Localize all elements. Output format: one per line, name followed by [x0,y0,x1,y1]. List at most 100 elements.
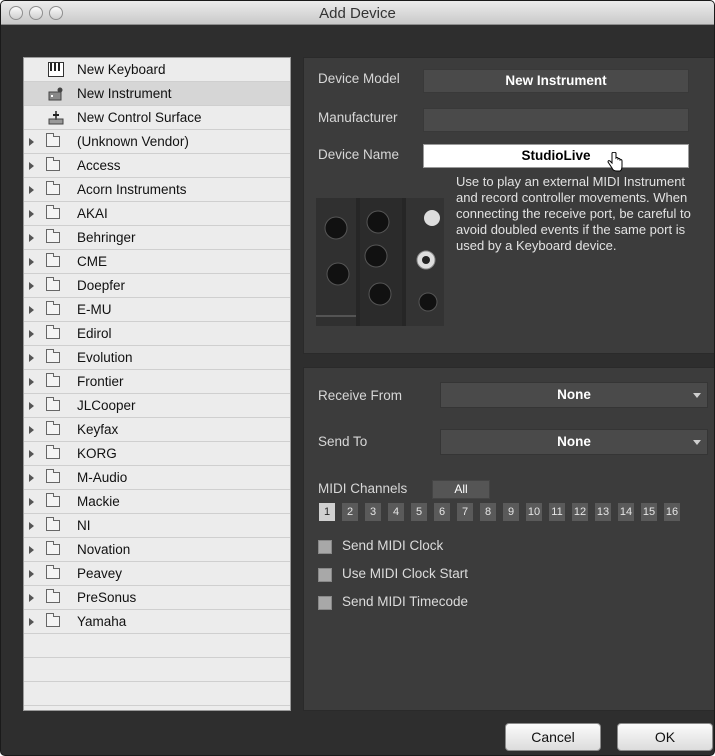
device-name-input[interactable]: StudioLive [423,144,689,168]
midi-settings-panel: Receive From None Send To None MIDI Chan… [303,367,714,711]
disclosure-triangle-icon[interactable] [29,498,34,506]
device-list-item[interactable]: AKAI [24,202,290,226]
disclosure-triangle-icon[interactable] [29,138,34,146]
device-list-item[interactable]: M-Audio [24,466,290,490]
midi-channel-button[interactable]: 13 [595,503,611,521]
device-list-item-label: New Instrument [77,86,172,101]
window-title: Add Device [319,5,396,22]
disclosure-triangle-icon[interactable] [29,330,34,338]
disclosure-triangle-icon[interactable] [29,426,34,434]
disclosure-triangle-icon[interactable] [29,402,34,410]
disclosure-triangle-icon[interactable] [29,474,34,482]
device-list-item[interactable]: New Keyboard [24,58,290,82]
device-list-item-label: JLCooper [77,398,136,413]
folder-icon [46,565,60,579]
device-list-item[interactable]: Doepfer [24,274,290,298]
device-list-item-label: Doepfer [77,278,126,293]
empty-list-row [24,682,290,706]
device-list-item[interactable]: JLCooper [24,394,290,418]
device-list-item[interactable]: (Unknown Vendor) [24,130,290,154]
midi-channel-button[interactable]: 10 [526,503,542,521]
device-list-item[interactable]: KORG [24,442,290,466]
send-to-dropdown[interactable]: None [440,429,708,455]
ok-button[interactable]: OK [617,723,713,751]
midi-channel-button[interactable]: 15 [641,503,657,521]
device-list-item-label: NI [77,518,91,533]
disclosure-triangle-icon[interactable] [29,378,34,386]
midi-channel-button[interactable]: 2 [342,503,358,521]
device-list-item[interactable]: Frontier [24,370,290,394]
folder-icon [46,493,60,507]
midi-channel-button[interactable]: 4 [388,503,404,521]
midi-channel-button[interactable]: 12 [572,503,588,521]
disclosure-triangle-icon[interactable] [29,210,34,218]
midi-channel-button[interactable]: 8 [480,503,496,521]
disclosure-triangle-icon[interactable] [29,282,34,290]
folder-icon [46,589,60,603]
disclosure-triangle-icon[interactable] [29,522,34,530]
device-list-item[interactable]: Novation [24,538,290,562]
disclosure-triangle-icon[interactable] [29,354,34,362]
all-channels-button[interactable]: All [432,480,490,499]
device-name-label: Device Name [318,147,400,162]
disclosure-triangle-icon[interactable] [29,546,34,554]
device-list-item[interactable]: Acorn Instruments [24,178,290,202]
device-list-item[interactable]: E-MU [24,298,290,322]
folder-icon [46,373,60,387]
midi-channel-button[interactable]: 9 [503,503,519,521]
midi-channel-button[interactable]: 3 [365,503,381,521]
midi-option-label: Use MIDI Clock Start [342,566,469,581]
folder-icon [46,397,60,411]
manufacturer-field [423,108,689,132]
device-model-label: Device Model [318,71,400,86]
midi-option-label: Send MIDI Clock [342,538,444,553]
disclosure-triangle-icon[interactable] [29,186,34,194]
midi-channel-button[interactable]: 16 [664,503,680,521]
control-surface-icon [48,110,64,125]
checkbox[interactable] [318,596,332,610]
cancel-button[interactable]: Cancel [505,723,601,751]
chevron-down-icon [693,440,701,445]
device-list-item-label: AKAI [77,206,108,221]
checkbox[interactable] [318,540,332,554]
disclosure-triangle-icon[interactable] [29,234,34,242]
midi-channel-button[interactable]: 5 [411,503,427,521]
device-list-item[interactable]: Yamaha [24,610,290,634]
device-list-item[interactable]: Evolution [24,346,290,370]
send-to-value: None [557,434,591,449]
device-list-item[interactable]: New Control Surface [24,106,290,130]
device-list-item[interactable]: PreSonus [24,586,290,610]
chevron-down-icon [693,393,701,398]
device-list-item[interactable]: CME [24,250,290,274]
device-info-panel: Device Model New Instrument Manufacturer… [303,57,714,354]
device-list[interactable]: New Keyboard New Instrument New Control Su… [23,57,291,711]
device-list-item[interactable]: Behringer [24,226,290,250]
disclosure-triangle-icon[interactable] [29,618,34,626]
disclosure-triangle-icon[interactable] [29,594,34,602]
disclosure-triangle-icon[interactable] [29,162,34,170]
folder-icon [46,445,60,459]
checkbox[interactable] [318,568,332,582]
disclosure-triangle-icon[interactable] [29,306,34,314]
midi-channel-button[interactable]: 14 [618,503,634,521]
device-list-item-label: E-MU [77,302,112,317]
midi-channel-button[interactable]: 6 [434,503,450,521]
device-list-item[interactable]: Mackie [24,490,290,514]
device-list-item[interactable]: Peavey [24,562,290,586]
device-list-item[interactable]: NI [24,514,290,538]
disclosure-triangle-icon[interactable] [29,450,34,458]
folder-icon [46,133,60,147]
empty-list-row [24,658,290,682]
receive-from-dropdown[interactable]: None [440,382,708,408]
device-list-item[interactable]: Keyfax [24,418,290,442]
device-list-item-label: Frontier [77,374,124,389]
midi-channel-button[interactable]: 11 [549,503,565,521]
folder-icon [46,277,60,291]
midi-channel-button[interactable]: 7 [457,503,473,521]
device-list-item[interactable]: Edirol [24,322,290,346]
device-list-item[interactable]: Access [24,154,290,178]
midi-channel-button[interactable]: 1 [319,503,335,521]
device-list-item[interactable]: New Instrument [24,82,290,106]
disclosure-triangle-icon[interactable] [29,258,34,266]
disclosure-triangle-icon[interactable] [29,570,34,578]
